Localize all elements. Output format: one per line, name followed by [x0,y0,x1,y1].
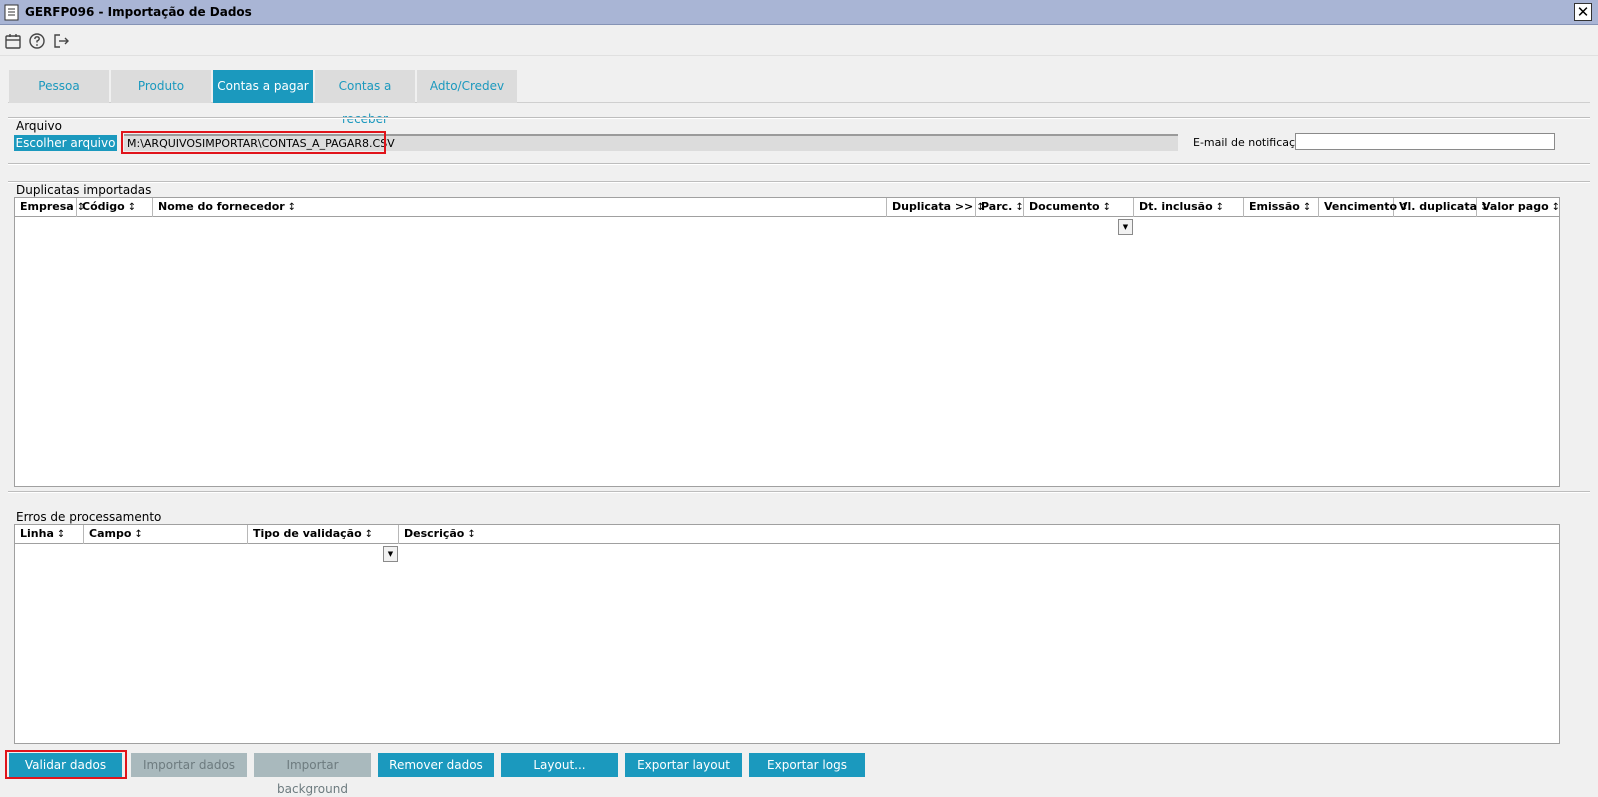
section-divider [8,163,1590,165]
email-notification-label: E-mail de notificação [1193,136,1309,149]
exit-icon[interactable] [52,32,70,50]
column-header-dt-inclusao[interactable]: Dt. inclusão ↕ [1134,198,1244,217]
tab-bar: Pessoa Produto Contas a pagar Contas a r… [8,70,1590,126]
sort-icon[interactable]: ↕ [1015,202,1023,213]
column-header-descricao[interactable]: Descrição ↕ [399,525,1559,544]
choose-file-button[interactable]: Escolher arquivo [14,135,117,151]
column-header-tipo-validacao[interactable]: Tipo de validação ↕ [248,525,399,544]
duplicatas-grid-header: Empresa ↕ Código ↕ Nome do fornecedor ↕ Dup… [15,198,1560,217]
window-title: GERFP096 - Importação de Dados [25,5,252,19]
remove-data-button[interactable]: Remover dados [378,753,494,777]
tab-contas-a-receber[interactable]: Contas a receber [315,70,415,126]
sort-icon[interactable]: ↕ [1552,202,1560,213]
column-header-vl-duplicata[interactable]: Vl. duplicata ↕ [1394,198,1488,217]
email-notification-input[interactable] [1295,133,1555,150]
calendar-icon[interactable] [4,32,22,50]
tab-adto-credev[interactable]: Adto/Credev [417,70,517,103]
tab-pessoa[interactable]: Pessoa [9,70,109,103]
section-divider [8,491,1590,493]
sort-icon[interactable]: ↕ [467,529,475,540]
column-header-parc[interactable]: Parc. ↕ [976,198,1024,217]
column-header-campo[interactable]: Campo ↕ [84,525,248,544]
filter-dropdown-tipo-validacao[interactable]: ▼ [383,546,398,562]
help-icon[interactable] [28,32,46,50]
erros-section-label: Erros de processamento [16,510,162,524]
column-header-emissao[interactable]: Emissão ↕ [1244,198,1319,217]
duplicatas-grid[interactable]: Empresa ↕ Código ↕ Nome do fornecedor ↕ Dup… [14,197,1560,487]
export-layout-button[interactable]: Exportar layout [625,753,742,777]
sort-icon[interactable]: ↕ [1103,202,1111,213]
sort-icon[interactable]: ↕ [57,529,65,540]
column-header-valor-pago[interactable]: Valor pago ↕ [1477,198,1560,217]
section-divider [8,117,1590,119]
arquivo-section-label: Arquivo [16,119,62,133]
duplicatas-section-label: Duplicatas importadas [16,183,152,197]
import-background-button[interactable]: Importar background [254,753,371,796]
column-header-nome-fornecedor[interactable]: Nome do fornecedor ↕ [153,198,887,217]
sort-icon[interactable]: ↕ [365,529,373,540]
sort-icon[interactable]: ↕ [128,202,136,213]
export-logs-button[interactable]: Exportar logs [749,753,865,777]
erros-grid[interactable]: Linha ↕ Campo ↕ Tipo de validação ↕ Descriç… [14,524,1560,744]
column-header-linha[interactable]: Linha ↕ [15,525,84,544]
column-header-documento[interactable]: Documento ↕ [1024,198,1134,217]
choose-file-label: Escolher arquivo [15,136,116,150]
toolbar [0,25,1598,56]
column-header-empresa[interactable]: Empresa ↕ [15,198,85,217]
sort-icon[interactable]: ↕ [1216,202,1224,213]
filter-dropdown-documento[interactable]: ▼ [1118,219,1133,235]
highlight-box-file-path [121,131,386,154]
title-bar: GERFP096 - Importação de Dados ✕ [0,0,1598,25]
tab-produto[interactable]: Produto [111,70,211,103]
close-button[interactable]: ✕ [1574,3,1592,21]
column-header-duplicata[interactable]: Duplicata >> ↕ [887,198,985,217]
import-data-button[interactable]: Importar dados [131,753,247,777]
erros-grid-header: Linha ↕ Campo ↕ Tipo de validação ↕ Descriç… [15,525,1559,544]
tab-contas-a-pagar[interactable]: Contas a pagar [213,70,313,103]
column-header-codigo[interactable]: Código ↕ [77,198,153,217]
section-divider [8,181,1590,183]
sort-icon[interactable]: ↕ [134,529,142,540]
column-header-vencimento[interactable]: Vencimento ↕ [1319,198,1408,217]
highlight-box-validate [5,750,127,779]
sort-icon[interactable]: ↕ [1303,202,1311,213]
layout-button[interactable]: Layout... [501,753,618,777]
app-document-icon [4,4,19,21]
sort-icon[interactable]: ↕ [288,202,296,213]
